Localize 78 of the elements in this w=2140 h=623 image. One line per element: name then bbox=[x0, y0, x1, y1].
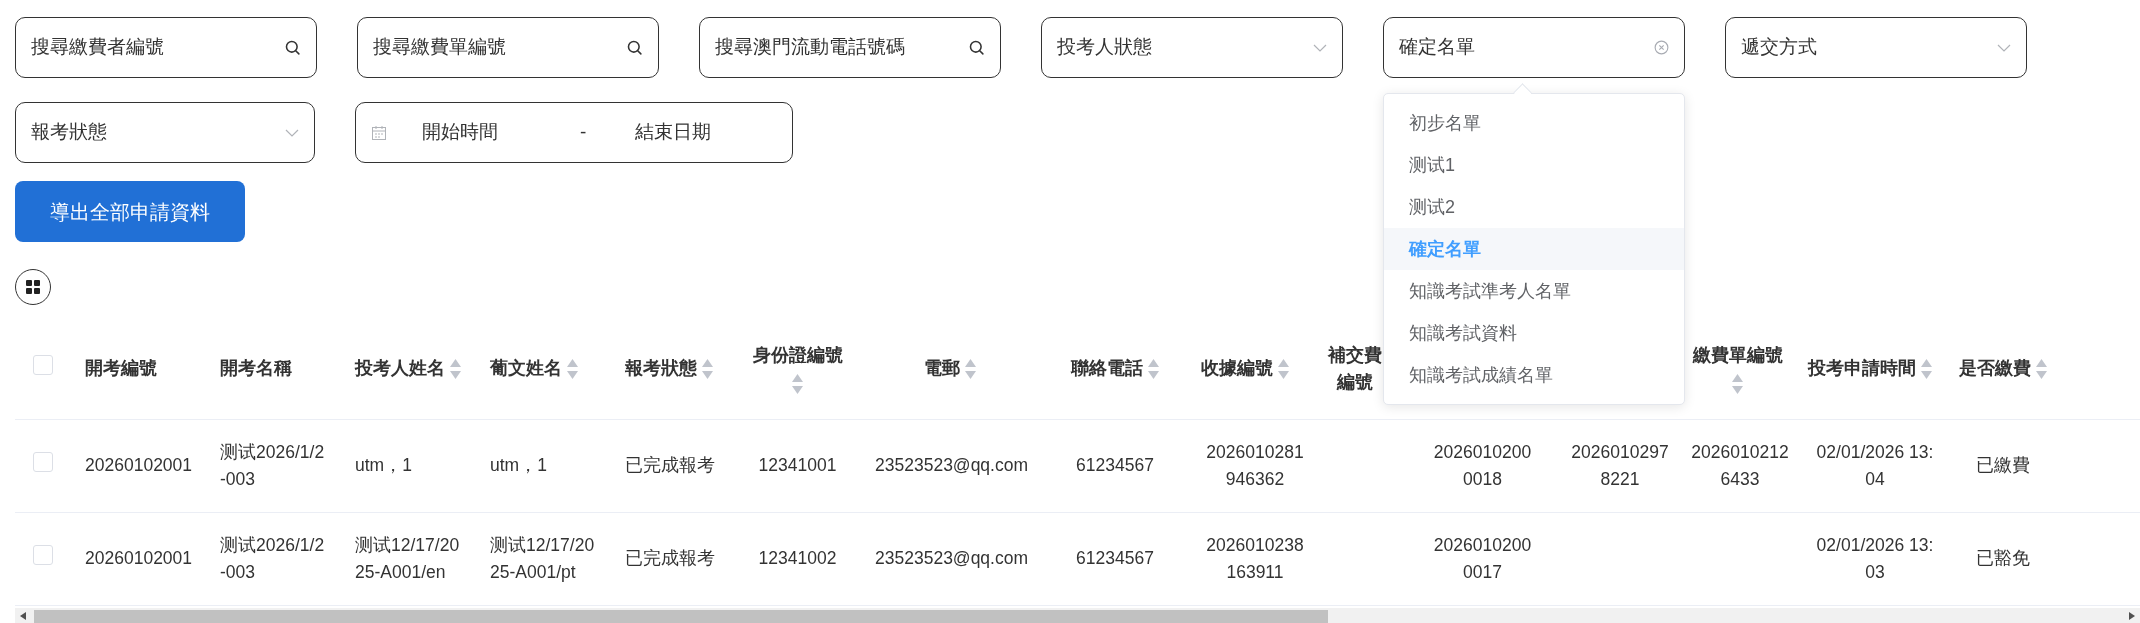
export-button[interactable]: 導出全部申請資料 bbox=[15, 181, 245, 242]
select-field[interactable]: 確定名單 bbox=[1383, 17, 1685, 78]
sort-icon[interactable] bbox=[566, 357, 579, 380]
table-cell-text: 20260102978221 bbox=[1570, 440, 1670, 491]
table-cell-text: 已豁免 bbox=[1975, 547, 2031, 570]
table-cell-text: 20260102001 bbox=[85, 547, 190, 570]
scroll-right-icon[interactable] bbox=[2129, 612, 2135, 620]
checkbox[interactable] bbox=[32, 544, 53, 565]
scrollbar-thumb[interactable] bbox=[34, 609, 1328, 623]
column-header: 身份證編號 bbox=[752, 344, 843, 368]
table-cell-text: 02/01/2026 13:04 bbox=[1815, 440, 1935, 491]
table-cell-text: 测试2026/1/2-003 bbox=[220, 533, 326, 584]
dropdown-option[interactable]: 测试1 bbox=[1384, 144, 1684, 186]
sort-icon[interactable] bbox=[963, 357, 977, 380]
column-header: 補交費編號 bbox=[1327, 343, 1383, 394]
table-cell-text: 已完成報考 bbox=[625, 454, 716, 477]
column-header: 電郵 bbox=[923, 357, 960, 381]
column-header: 收據編號 bbox=[1200, 357, 1273, 381]
search-field[interactable]: 搜尋繳費單編號 bbox=[357, 17, 659, 78]
sort-icon[interactable] bbox=[2034, 357, 2048, 380]
table-cell-text: 12341001 bbox=[757, 454, 838, 477]
table-cell-text: 20260102000017 bbox=[1432, 533, 1533, 584]
chevron-down-icon bbox=[1313, 43, 1327, 52]
column-header: 聯絡電話 bbox=[1070, 357, 1143, 381]
search-field[interactable]: 搜尋繳費者編號 bbox=[15, 17, 317, 78]
sort-icon[interactable] bbox=[791, 373, 804, 396]
clear-icon[interactable] bbox=[1654, 40, 1669, 55]
table-cell-text: utm，1 bbox=[355, 454, 413, 477]
calendar-icon bbox=[371, 124, 387, 141]
select-field[interactable]: 投考人狀態 bbox=[1041, 17, 1343, 78]
dropdown-option[interactable]: 知識考試成績名單 bbox=[1384, 354, 1684, 396]
table-cell-text: 23523523@qq.com bbox=[875, 454, 1025, 477]
search-field[interactable]: 搜尋澳門流動電話號碼 bbox=[699, 17, 1001, 78]
table-cell-text: 61234567 bbox=[1075, 547, 1155, 570]
sort-icon[interactable] bbox=[701, 357, 714, 380]
dropdown-option[interactable]: 知識考試準考人名單 bbox=[1384, 270, 1684, 312]
sort-icon[interactable] bbox=[1919, 357, 1933, 380]
scroll-left-icon[interactable] bbox=[20, 612, 26, 620]
table-cell-text: 20260102001 bbox=[85, 454, 190, 477]
date-range-field[interactable]: 開始時間 - 結束日期 bbox=[355, 102, 793, 163]
column-header: 是否繳費 bbox=[1958, 357, 2031, 381]
table-cell-text: 23523523@qq.com bbox=[875, 547, 1025, 570]
column-header: 開考名稱 bbox=[220, 357, 292, 381]
column-header: 投考申請時間 bbox=[1807, 357, 1916, 381]
dropdown-option[interactable]: 知識考試資料 bbox=[1384, 312, 1684, 354]
sort-icon[interactable] bbox=[1276, 357, 1290, 380]
column-header: 投考人姓名 bbox=[355, 357, 445, 381]
sort-icon[interactable] bbox=[1731, 373, 1744, 396]
checkbox[interactable] bbox=[32, 355, 53, 376]
table-cell-text: 12341002 bbox=[757, 547, 838, 570]
table-cell-text: utm，1 bbox=[490, 454, 548, 477]
select-field[interactable]: 遞交方式 bbox=[1725, 17, 2027, 78]
search-icon bbox=[626, 39, 643, 56]
dropdown-option[interactable]: 测试2 bbox=[1384, 186, 1684, 228]
chevron-down-icon bbox=[1997, 43, 2011, 52]
table-cell-text: 61234567 bbox=[1075, 454, 1155, 477]
sort-icon[interactable] bbox=[1146, 357, 1160, 380]
table-cell-text: 2026010281946362 bbox=[1205, 440, 1305, 491]
column-header: 葡文姓名 bbox=[490, 357, 562, 381]
table-cell-text: 20260102000018 bbox=[1432, 440, 1533, 491]
column-header: 繳費單編號 bbox=[1692, 344, 1783, 368]
search-icon bbox=[968, 39, 985, 56]
sort-icon[interactable] bbox=[449, 357, 462, 380]
dropdown-option[interactable]: 初步名單 bbox=[1384, 102, 1684, 144]
table-cell-text: 已完成報考 bbox=[625, 547, 716, 570]
table-cell-text: 20260102126433 bbox=[1690, 440, 1790, 491]
table-cell-text: 测试12/17/2025-A001/en bbox=[355, 533, 461, 584]
table-cell-text: 测试2026/1/2-003 bbox=[220, 440, 326, 491]
table-cell-text: 2026010238163911 bbox=[1205, 533, 1305, 584]
table-cell-text: 测试12/17/2025-A001/pt bbox=[490, 533, 596, 584]
column-header: 報考狀態 bbox=[625, 357, 697, 381]
table-cell-text: 已繳費 bbox=[1975, 454, 2031, 477]
column-header: 開考編號 bbox=[85, 357, 157, 381]
table-cell-text: 02/01/2026 13:03 bbox=[1815, 533, 1935, 584]
search-icon bbox=[284, 39, 301, 56]
checkbox[interactable] bbox=[32, 451, 53, 472]
chevron-down-icon bbox=[285, 128, 299, 137]
select-field[interactable]: 報考狀態 bbox=[15, 102, 315, 163]
